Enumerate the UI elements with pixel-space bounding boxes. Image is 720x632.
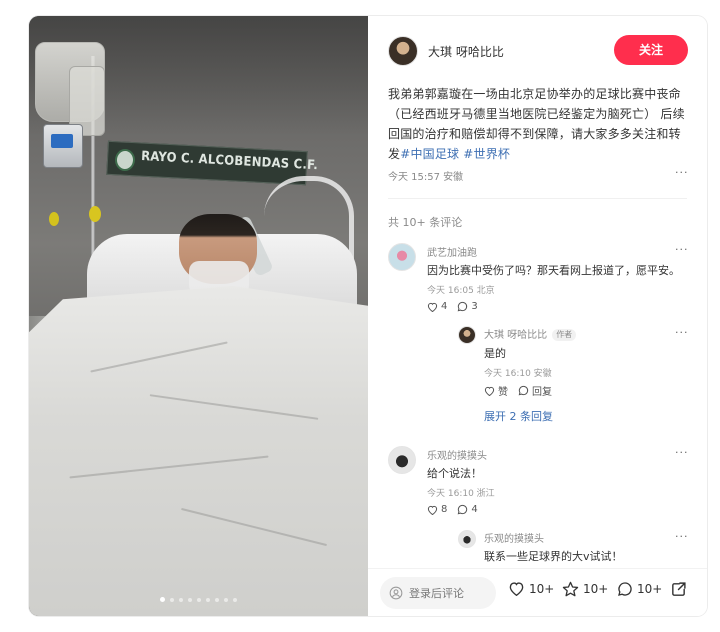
carousel-dots[interactable] [29, 597, 368, 602]
like-total: 10+ [529, 581, 555, 596]
reply-avatar[interactable] [458, 530, 476, 548]
reply-like-button[interactable]: 赞 [484, 383, 508, 398]
star-stat[interactable]: 10+ [562, 581, 608, 597]
reply-button[interactable]: 3 [457, 301, 478, 312]
carousel-dot[interactable] [233, 597, 237, 602]
post-time: 今天 15:57 安徽 [388, 172, 464, 183]
user-icon [389, 586, 403, 600]
author-name[interactable]: 大琪 呀哈比比 [428, 43, 504, 60]
author-row[interactable]: 大琪 呀哈比比 [388, 36, 504, 66]
like-count: 4 [441, 301, 448, 312]
comment-text: 给个说法！ [427, 467, 482, 480]
carousel-dot[interactable] [215, 597, 219, 602]
reply-more-icon[interactable]: ··· [675, 530, 689, 543]
star-icon [562, 581, 579, 597]
carousel-dot[interactable] [224, 597, 228, 602]
bottom-action-bar: 登录后评论 10+ 10+ 10+ [368, 568, 707, 616]
carousel-dot[interactable] [179, 597, 183, 602]
comment-actions: 4 3 [427, 301, 478, 312]
like-button[interactable]: 8 [427, 504, 447, 515]
hashtag-link[interactable]: #中国足球 [400, 147, 459, 161]
carousel-dot[interactable] [160, 597, 165, 602]
heart-icon [427, 505, 438, 515]
star-total: 10+ [583, 582, 609, 596]
comment-input[interactable]: 登录后评论 [380, 577, 496, 609]
comment-meta: 今天 16:05 北京 [427, 286, 495, 296]
divider [388, 198, 687, 199]
image-clamp [49, 212, 59, 226]
image-bedsheet [29, 286, 368, 616]
follow-button[interactable]: 关注 [614, 35, 688, 65]
comment-author[interactable]: 乐观的摸摸头 [427, 447, 487, 462]
comment-more-icon[interactable]: ··· [675, 243, 689, 256]
comment-actions: 8 4 [427, 504, 478, 515]
share-icon [672, 582, 686, 596]
post-card: RAYO C. ALCOBENDAS C.F. 大琪 呀哈比比 关注 我弟弟郭嘉… [29, 16, 707, 616]
carousel-dot[interactable] [188, 597, 192, 602]
heart-icon [509, 582, 524, 596]
author-avatar[interactable] [388, 36, 418, 66]
comment-stat[interactable]: 10+ [617, 581, 662, 597]
hashtag-link[interactable]: #世界杯 [463, 147, 510, 161]
comment-input-placeholder: 登录后评论 [409, 587, 464, 600]
comment-icon [458, 504, 468, 515]
reply-actions: 赞 回复 [484, 383, 552, 398]
carousel-dot[interactable] [197, 597, 201, 602]
comment-text: 因为比赛中受伤了吗？那天看网上报道了，愿平安。 [427, 264, 680, 277]
reply-count: 4 [471, 504, 478, 515]
like-stat[interactable]: 10+ [508, 581, 554, 596]
comment-author[interactable]: 武艺加油跑 [427, 244, 477, 259]
comment-icon [458, 301, 468, 312]
post-detail-panel: 大琪 呀哈比比 关注 我弟弟郭嘉璇在一场由北京足协举办的足球比赛中丧命（已经西班… [368, 16, 707, 616]
carousel-dot[interactable] [206, 597, 210, 602]
heart-icon [484, 386, 495, 396]
share-button[interactable] [670, 581, 687, 602]
comment-total: 10+ [637, 582, 663, 596]
reply-text: 是的 [484, 347, 506, 360]
comment-meta: 今天 16:10 浙江 [427, 489, 495, 499]
reply-meta: 今天 16:10 安徽 [484, 369, 552, 379]
comment-avatar[interactable] [388, 243, 416, 271]
reply-reply-label: 回复 [532, 387, 552, 398]
reply-avatar[interactable] [458, 326, 476, 344]
carousel-dot[interactable] [170, 597, 174, 602]
comment-more-icon[interactable]: ··· [675, 446, 689, 459]
reply-author-name[interactable]: 大琪 呀哈比比 [484, 330, 547, 341]
comment-count: 共 10+ 条评论 [388, 216, 463, 229]
comment-icon [618, 582, 632, 596]
author-badge: 作者 [552, 329, 577, 341]
reply-more-icon[interactable]: ··· [675, 326, 689, 339]
reply-button[interactable]: 4 [457, 504, 478, 515]
reply-like-label: 赞 [498, 387, 508, 398]
post-text: 我弟弟郭嘉璇在一场由北京足协举办的足球比赛中丧命（已经西班牙马德里当地医院已经鉴… [388, 84, 691, 164]
heart-icon [427, 302, 438, 312]
post-more-icon[interactable]: ··· [675, 166, 689, 179]
like-count: 8 [441, 504, 448, 515]
image-clamp-2 [89, 206, 101, 222]
comment-avatar[interactable] [388, 446, 416, 474]
reply-author[interactable]: 乐观的摸摸头 [484, 530, 544, 545]
image-pump-screen [51, 134, 73, 148]
expand-replies-link[interactable]: 展开 2 条回复 [484, 408, 553, 424]
reply-count: 3 [471, 301, 478, 312]
reply-text: 联系一些足球界的大v试试！ [484, 550, 623, 563]
reply-reply-button[interactable]: 回复 [518, 383, 552, 398]
reply-author: 大琪 呀哈比比 作者 [484, 326, 577, 341]
like-button[interactable]: 4 [427, 301, 447, 312]
post-image[interactable]: RAYO C. ALCOBENDAS C.F. [29, 16, 368, 616]
comment-icon [518, 385, 529, 396]
